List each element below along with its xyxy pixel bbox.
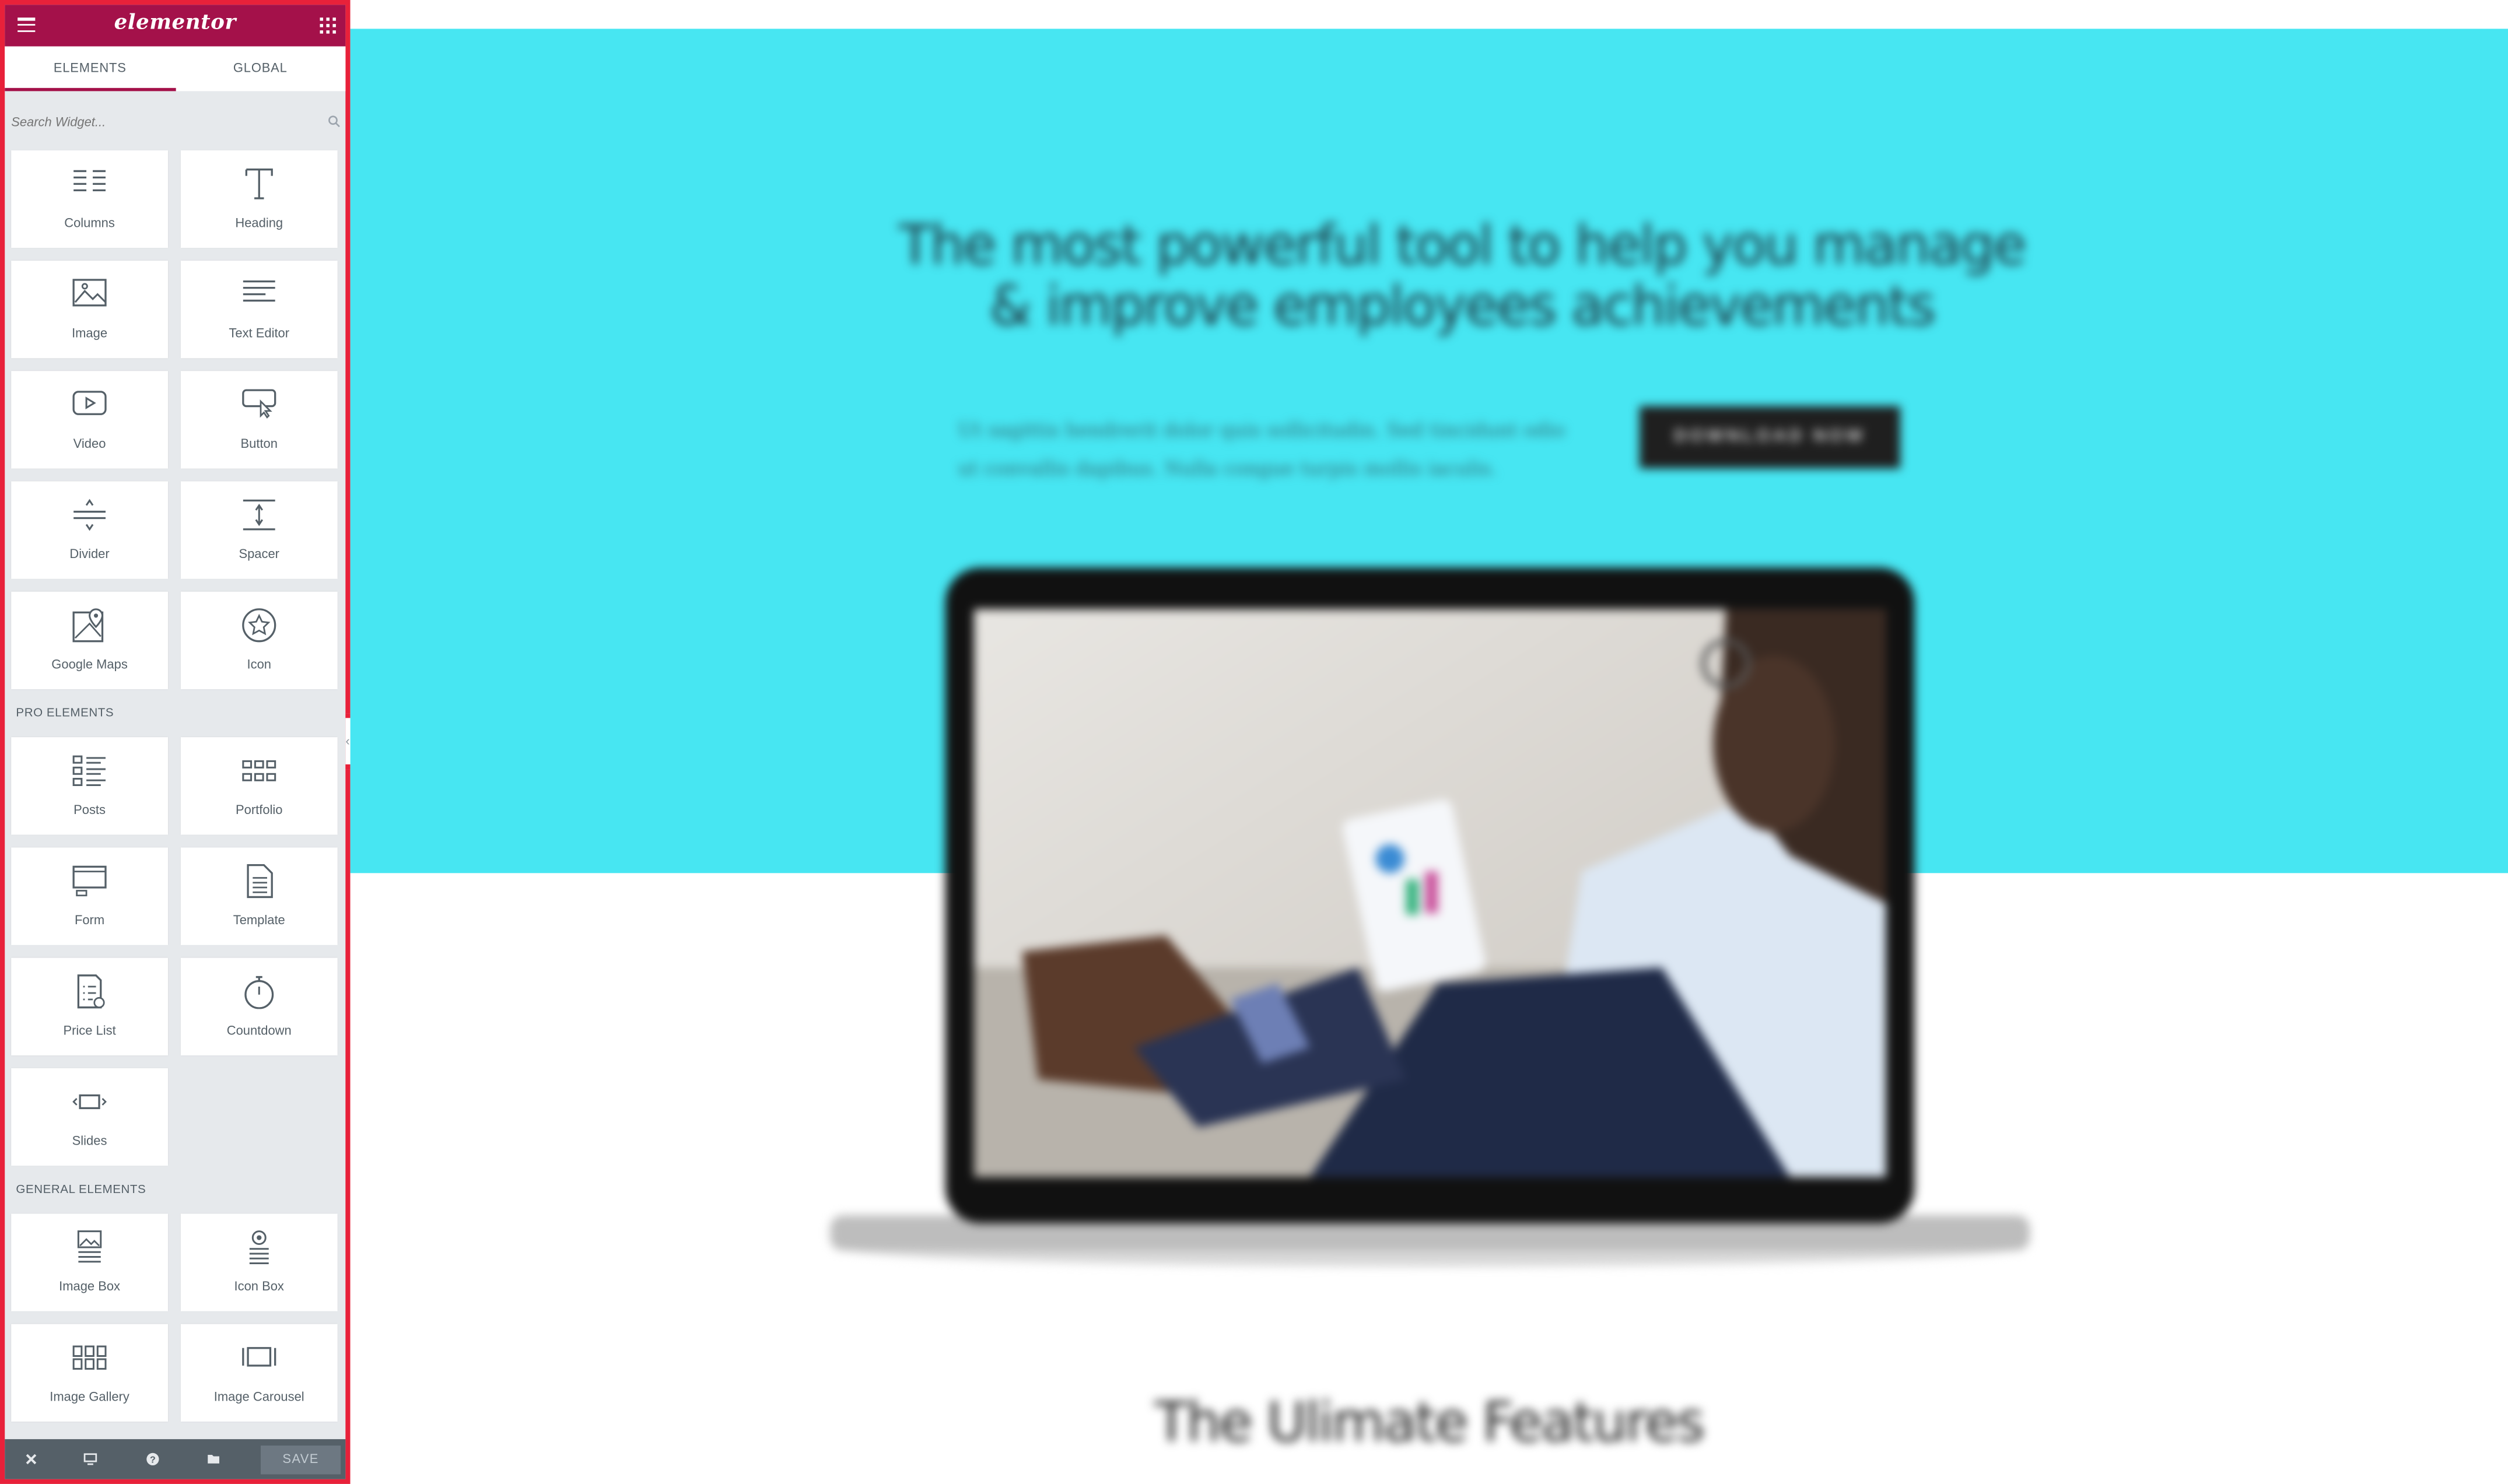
elementor-sidebar: elementor ELEMENTS GLOBAL Columns Headin… — [0, 0, 351, 1484]
save-button[interactable]: SAVE — [261, 1446, 341, 1475]
pro-widgets: Posts Portfolio Form Template Price List… — [11, 737, 339, 1166]
widget-slides[interactable]: Slides — [11, 1068, 168, 1166]
tab-elements[interactable]: ELEMENTS — [5, 47, 175, 92]
stopwatch-icon — [244, 976, 274, 1009]
widget-label: Image Carousel — [213, 1390, 304, 1404]
widget-posts[interactable]: Posts — [11, 737, 168, 835]
widget-label: Button — [240, 436, 278, 451]
widget-label: Icon Box — [234, 1279, 284, 1294]
search-widget — [5, 101, 345, 142]
portfolio-icon — [242, 760, 276, 781]
widget-heading[interactable]: Heading — [180, 150, 338, 248]
features-title: The Ulimate Features — [1154, 1391, 1705, 1455]
responsive-mode-icon[interactable] — [83, 1452, 98, 1467]
image-gallery-icon — [72, 1345, 107, 1370]
widgets-panel: Columns Heading Image Text Editor Video … — [11, 150, 339, 1422]
elementor-logo: elementor — [114, 11, 236, 36]
heading-icon — [245, 169, 273, 199]
star-icon — [242, 608, 276, 643]
widget-icon-box[interactable]: Icon Box — [180, 1213, 338, 1311]
posts-icon — [72, 755, 106, 787]
divider-icon — [73, 499, 106, 531]
text-editor-icon — [243, 280, 275, 302]
price-list-icon — [77, 974, 105, 1009]
widget-template[interactable]: Template — [180, 847, 338, 945]
widget-image-gallery[interactable]: Image Gallery — [11, 1324, 168, 1422]
download-button[interactable]: DOWNLOAD NOW — [1639, 406, 1900, 469]
widget-icon[interactable]: Icon — [180, 591, 338, 689]
widget-label: Image — [72, 326, 108, 341]
widget-label: Portfolio — [235, 802, 283, 818]
widget-image-carousel[interactable]: Image Carousel — [180, 1324, 338, 1422]
basic-widgets: Columns Heading Image Text Editor Video … — [11, 150, 339, 689]
widget-label: Heading — [235, 216, 283, 230]
widget-button[interactable]: Button — [180, 371, 338, 469]
spacer-icon — [243, 499, 275, 531]
widget-label: Google Maps — [51, 657, 128, 672]
columns-icon — [73, 170, 106, 191]
sidebar-footer: ? SAVE — [5, 1439, 346, 1479]
widget-price-list[interactable]: Price List — [11, 957, 168, 1055]
widget-label: Columns — [64, 216, 115, 230]
close-icon[interactable] — [24, 1452, 38, 1467]
page-preview: The most powerful tool to help you manag… — [350, 0, 2508, 1484]
hero-headline: The most powerful tool to help you manag… — [898, 214, 2027, 339]
search-input[interactable] — [11, 110, 307, 133]
image-icon — [72, 279, 107, 307]
widget-label: Posts — [73, 802, 106, 818]
section-pro-elements: PRO ELEMENTS — [16, 705, 114, 720]
form-icon — [72, 865, 107, 897]
hero-subtext: Ut sagittis hendrerit dolor quis sollici… — [958, 419, 1565, 480]
widget-spacer[interactable]: Spacer — [180, 481, 338, 579]
widget-label: Countdown — [226, 1023, 292, 1038]
widget-label: Video — [73, 436, 106, 451]
help-icon[interactable]: ? — [146, 1452, 160, 1467]
widget-label: Slides — [72, 1134, 107, 1149]
image-box-icon — [77, 1230, 102, 1263]
widget-text-editor[interactable]: Text Editor — [180, 261, 338, 359]
sidebar-header: elementor — [5, 5, 346, 47]
section-general-elements: GENERAL ELEMENTS — [16, 1181, 146, 1197]
widget-label: Image Gallery — [50, 1390, 129, 1404]
widget-label: Form — [74, 913, 105, 928]
widget-label: Template — [233, 913, 285, 928]
widget-label: Image Box — [59, 1279, 121, 1294]
widget-label: Text Editor — [229, 326, 290, 341]
widget-columns[interactable]: Columns — [11, 150, 168, 248]
widget-label: Divider — [69, 546, 110, 562]
widget-form[interactable]: Form — [11, 847, 168, 945]
widget-portfolio[interactable]: Portfolio — [180, 737, 338, 835]
image-carousel-icon — [242, 1347, 276, 1367]
template-icon — [247, 864, 273, 899]
button-icon — [242, 389, 276, 419]
widget-image[interactable]: Image — [11, 261, 168, 359]
widget-google-maps[interactable]: Google Maps — [11, 591, 168, 689]
laptop-image — [830, 567, 2030, 1267]
widget-video[interactable]: Video — [11, 371, 168, 469]
widget-image-box[interactable]: Image Box — [11, 1213, 168, 1311]
tab-global[interactable]: GLOBAL — [175, 47, 345, 92]
widget-label: Spacer — [239, 546, 280, 562]
slides-icon — [72, 1094, 107, 1110]
folder-icon[interactable] — [206, 1452, 221, 1467]
general-widgets: Image Box Icon Box Image Gallery Image C… — [11, 1213, 339, 1422]
widgets-grid-icon[interactable] — [320, 17, 336, 34]
panel-tabs: ELEMENTS GLOBAL — [5, 46, 346, 92]
svg-text:?: ? — [150, 1454, 156, 1465]
widget-divider[interactable]: Divider — [11, 481, 168, 579]
widget-label: Icon — [247, 657, 271, 672]
chevron-left-icon: ‹ — [345, 734, 350, 749]
icon-box-icon — [249, 1230, 269, 1264]
video-icon — [72, 391, 107, 415]
widget-countdown[interactable]: Countdown — [180, 957, 338, 1055]
widget-label: Price List — [63, 1023, 116, 1038]
search-icon[interactable] — [328, 115, 341, 128]
map-icon — [72, 608, 104, 643]
